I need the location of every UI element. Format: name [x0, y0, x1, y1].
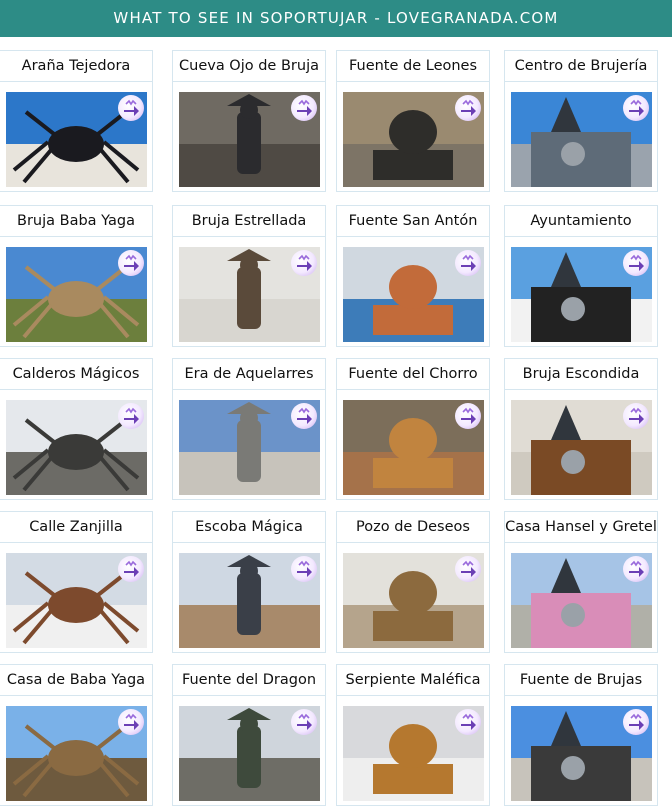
attraction-photo[interactable] [6, 553, 147, 648]
attraction-title[interactable]: Fuente San Antón [337, 206, 489, 237]
lovegranada-logo-icon [291, 556, 317, 582]
attraction-photo[interactable] [179, 553, 320, 648]
attraction-title[interactable]: Bruja Escondida [505, 359, 657, 390]
attraction-title[interactable]: Pozo de Deseos [337, 512, 489, 543]
attraction-card-fuente-de-leones[interactable]: Fuente de Leones [336, 50, 490, 192]
attraction-photo[interactable] [6, 706, 147, 801]
attraction-photo[interactable] [179, 400, 320, 495]
lovegranada-logo-icon [118, 556, 144, 582]
lovegranada-logo-icon [623, 250, 649, 276]
attraction-title[interactable]: Fuente de Leones [337, 51, 489, 82]
attraction-card-serpiente-malefica[interactable]: Serpiente Maléfica [336, 664, 490, 806]
attraction-card-escoba-magica[interactable]: Escoba Mágica [172, 511, 326, 653]
lovegranada-logo-icon [118, 250, 144, 276]
attraction-title[interactable]: Casa de Baba Yaga [0, 665, 152, 696]
attraction-photo[interactable] [6, 247, 147, 342]
lovegranada-logo-icon [455, 403, 481, 429]
attraction-title[interactable]: Fuente de Brujas [505, 665, 657, 696]
attraction-photo[interactable] [343, 400, 484, 495]
attraction-card-arana-tejedora[interactable]: Araña Tejedora [0, 50, 153, 192]
attraction-photo[interactable] [511, 553, 652, 648]
lovegranada-logo-icon [455, 95, 481, 121]
attraction-title[interactable]: Casa Hansel y Gretel [505, 512, 657, 543]
attraction-title[interactable]: Bruja Baba Yaga [0, 206, 152, 237]
attraction-card-bruja-baba-yaga[interactable]: Bruja Baba Yaga [0, 205, 153, 347]
attraction-title[interactable]: Fuente del Dragon [173, 665, 325, 696]
attraction-card-fuente-san-anton[interactable]: Fuente San Antón [336, 205, 490, 347]
lovegranada-logo-icon [623, 403, 649, 429]
attraction-photo[interactable] [179, 92, 320, 187]
attraction-title[interactable]: Calle Zanjilla [0, 512, 152, 543]
lovegranada-logo-icon [623, 709, 649, 735]
attraction-card-fuente-del-chorro[interactable]: Fuente del Chorro [336, 358, 490, 500]
lovegranada-logo-icon [455, 250, 481, 276]
attraction-card-cueva-ojo-de-bruja[interactable]: Cueva Ojo de Bruja [172, 50, 326, 192]
lovegranada-logo-icon [118, 709, 144, 735]
attraction-photo[interactable] [343, 706, 484, 801]
attraction-photo[interactable] [343, 92, 484, 187]
lovegranada-logo-icon [623, 95, 649, 121]
attraction-photo[interactable] [511, 706, 652, 801]
lovegranada-logo-icon [455, 556, 481, 582]
attraction-photo[interactable] [343, 553, 484, 648]
attraction-card-pozo-de-deseos[interactable]: Pozo de Deseos [336, 511, 490, 653]
attraction-title[interactable]: Calderos Mágicos [0, 359, 152, 390]
lovegranada-logo-icon [118, 95, 144, 121]
lovegranada-logo-icon [118, 403, 144, 429]
attraction-title[interactable]: Era de Aquelarres [173, 359, 325, 390]
attraction-card-era-de-aquelarres[interactable]: Era de Aquelarres [172, 358, 326, 500]
attraction-title[interactable]: Araña Tejedora [0, 51, 152, 82]
attraction-photo[interactable] [179, 706, 320, 801]
attraction-card-calle-zanjilla[interactable]: Calle Zanjilla [0, 511, 153, 653]
attraction-photo[interactable] [511, 247, 652, 342]
attraction-card-fuente-del-dragon[interactable]: Fuente del Dragon [172, 664, 326, 806]
attraction-card-casa-de-baba-yaga[interactable]: Casa de Baba Yaga [0, 664, 153, 806]
attraction-title[interactable]: Fuente del Chorro [337, 359, 489, 390]
attraction-photo[interactable] [511, 400, 652, 495]
attraction-photo[interactable] [179, 247, 320, 342]
attraction-title[interactable]: Serpiente Maléfica [337, 665, 489, 696]
attraction-photo[interactable] [511, 92, 652, 187]
lovegranada-logo-icon [455, 709, 481, 735]
attraction-title[interactable]: Centro de Brujería [505, 51, 657, 82]
lovegranada-logo-icon [291, 250, 317, 276]
attraction-photo[interactable] [6, 400, 147, 495]
attraction-title[interactable]: Bruja Estrellada [173, 206, 325, 237]
attraction-card-bruja-escondida[interactable]: Bruja Escondida [504, 358, 658, 500]
attraction-card-ayuntamiento[interactable]: Ayuntamiento [504, 205, 658, 347]
lovegranada-logo-icon [623, 556, 649, 582]
page-banner: WHAT TO SEE IN SOPORTUJAR - LOVEGRANADA.… [0, 0, 672, 37]
attraction-photo[interactable] [6, 92, 147, 187]
attraction-title[interactable]: Ayuntamiento [505, 206, 657, 237]
attraction-card-casa-hansel-y-gretel[interactable]: Casa Hansel y Gretel [504, 511, 658, 653]
lovegranada-logo-icon [291, 403, 317, 429]
attraction-card-fuente-de-brujas[interactable]: Fuente de Brujas [504, 664, 658, 806]
attraction-photo[interactable] [343, 247, 484, 342]
attraction-title[interactable]: Escoba Mágica [173, 512, 325, 543]
attraction-card-calderos-magicos[interactable]: Calderos Mágicos [0, 358, 153, 500]
attraction-title[interactable]: Cueva Ojo de Bruja [173, 51, 325, 82]
attraction-card-centro-de-brujeria[interactable]: Centro de Brujería [504, 50, 658, 192]
lovegranada-logo-icon [291, 95, 317, 121]
lovegranada-logo-icon [291, 709, 317, 735]
attraction-card-bruja-estrellada[interactable]: Bruja Estrellada [172, 205, 326, 347]
